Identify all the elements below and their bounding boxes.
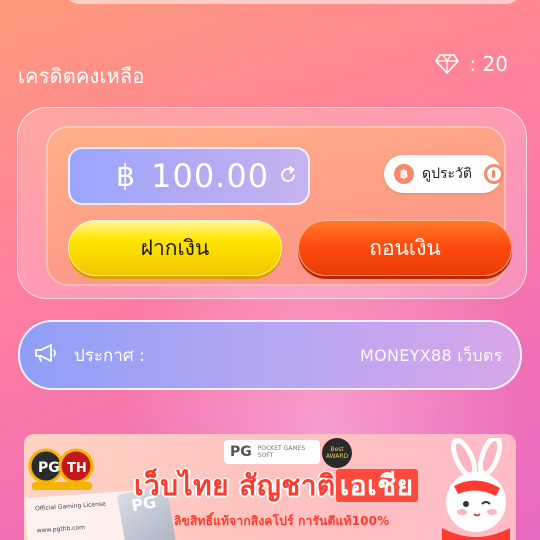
announcement-bar[interactable]: ประกาศ : MONEYX88 เว็บตร xyxy=(18,320,522,390)
wallet-inner: ฿ 100.00 ฿ ดูประวัติ ฝากเงิน ถอนเงิน xyxy=(46,126,512,286)
credit-label: เครดิตคงเหลือ xyxy=(18,64,145,88)
baht-symbol: ฿ xyxy=(116,158,136,194)
coin-icon: ฿ xyxy=(394,164,414,184)
pgthb-logo-icon: PG TH xyxy=(28,448,94,490)
svg-text:PG: PG xyxy=(38,460,60,476)
wallet-card: ฿ 100.00 ฿ ดูประวัติ ฝากเงิน ถอนเงิน xyxy=(17,107,527,299)
banner-title-part2: เอเชีย xyxy=(335,469,418,502)
megaphone-icon xyxy=(34,343,58,367)
refresh-icon[interactable] xyxy=(278,165,298,189)
rabbit-mascot-icon xyxy=(442,438,510,540)
top-card-edge xyxy=(64,0,522,4)
pg-text: PG xyxy=(230,444,252,460)
history-button[interactable]: ฿ ดูประวัติ xyxy=(384,155,504,193)
history-label: ดูประวัติ xyxy=(422,166,472,182)
banner-subtitle: ลิขสิทธิ์แท้จากสิงคโปร์ การันตีแท้100% xyxy=(174,514,390,528)
gem-count: : 20 xyxy=(469,52,508,76)
banner-title: เว็บไทย สัญชาติ เอเชีย xyxy=(134,464,418,508)
deposit-label: ฝากเงิน xyxy=(140,235,210,260)
banner-title-part1: เว็บไทย สัญชาติ xyxy=(134,469,336,502)
pg-small-text: POCKET GAMES SOFT xyxy=(257,445,306,459)
announcement-label: ประกาศ : xyxy=(74,345,145,366)
doc-line-1: Official Gaming License xyxy=(34,500,106,513)
withdraw-button[interactable]: ถอนเงิน xyxy=(298,220,512,276)
announcement-text: MONEYX88 เว็บตร xyxy=(360,346,503,365)
promo-banner[interactable]: PG TH Official Gaming License www.pgthb.… xyxy=(24,434,516,540)
diamond-icon xyxy=(435,54,460,74)
pg-soft-badge: PG POCKET GAMES SOFT xyxy=(224,440,320,464)
svg-text:TH: TH xyxy=(67,461,87,476)
doc-line-2: www.pgthb.com xyxy=(36,524,86,535)
gem-balance: : 20 xyxy=(435,52,508,76)
balance-display: ฿ 100.00 xyxy=(68,147,310,205)
deposit-button[interactable]: ฝากเงิน xyxy=(68,220,282,276)
balance-amount: 100.00 xyxy=(151,157,270,195)
withdraw-label: ถอนเงิน xyxy=(369,235,441,260)
history-toggle-icon xyxy=(484,164,504,184)
